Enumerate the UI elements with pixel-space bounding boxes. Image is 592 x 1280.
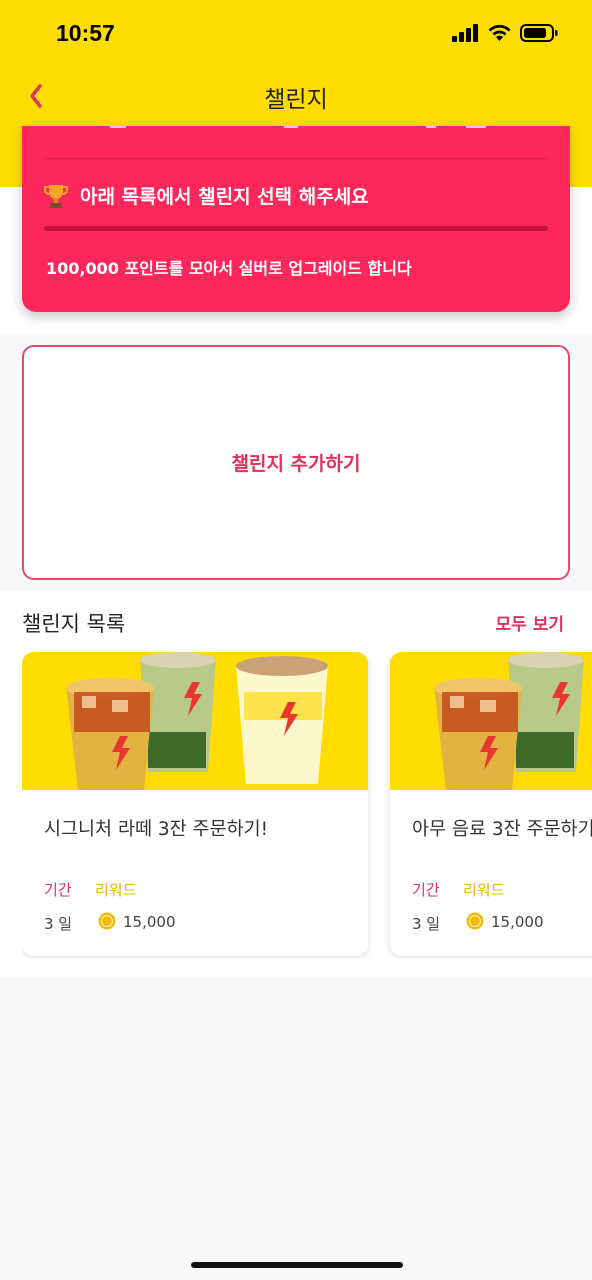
period-value: 3 일	[412, 915, 441, 933]
period-value: 3 일	[44, 915, 73, 933]
period-label: 기간	[412, 881, 440, 899]
coin-icon	[466, 912, 484, 930]
challenge-list-item[interactable]: 시그니처 라떼 3잔 주문하기! 기간 리워드 3 일 15,000	[22, 652, 368, 956]
status-icons	[452, 24, 558, 42]
coin-icon	[98, 912, 116, 930]
challenge-list-title: 챌린지 목록	[22, 612, 126, 636]
upgrade-goal-text: 100,000 포인트를 모아서 실버로 업그레이드 합니다	[46, 259, 412, 278]
status-time: 10:57	[56, 20, 115, 46]
drinks-image	[22, 652, 368, 790]
reward-label: 리워드	[463, 881, 505, 899]
challenge-title: 시그니처 라떼 3잔 주문하기!	[44, 819, 269, 840]
home-indicator[interactable]	[191, 1262, 403, 1268]
period-label: 기간	[44, 881, 72, 899]
trophy-icon	[44, 185, 68, 208]
challenge-list-section: 챌린지 목록 모두 보기 시그니처 라떼 3잔 주문하기! 기간 리워드 3 일…	[0, 591, 592, 977]
add-challenge-button[interactable]: 챌린지 추가하기	[22, 345, 570, 580]
add-challenge-label: 챌린지 추가하기	[231, 453, 361, 475]
challenge-carousel[interactable]: 시그니처 라떼 3잔 주문하기! 기간 리워드 3 일 15,000 아무 음료…	[22, 652, 592, 958]
navigation-bar: 챌린지	[0, 66, 592, 126]
card-divider	[44, 158, 548, 159]
see-all-link[interactable]: 모두 보기	[496, 610, 564, 635]
challenge-title: 아무 음료 3잔 주문하기!	[412, 819, 592, 840]
drinks-image	[390, 652, 592, 790]
wifi-icon	[488, 24, 511, 41]
card-clipped-text	[110, 126, 486, 128]
challenge-status-card: 아래 목록에서 챌린지 선택 해주세요 100,000 포인트를 모아서 실버로…	[22, 126, 570, 312]
status-bar: 10:57	[0, 0, 592, 66]
page-title: 챌린지	[264, 87, 328, 113]
reward-value: 15,000	[491, 913, 544, 931]
reward-value: 15,000	[123, 913, 176, 931]
challenge-list-item[interactable]: 아무 음료 3잔 주문하기! 기간 리워드 3 일 15,000	[390, 652, 592, 956]
challenge-instruction: 아래 목록에서 챌린지 선택 해주세요	[80, 186, 369, 208]
reward-label: 리워드	[95, 881, 137, 899]
points-progress-bar	[44, 226, 548, 231]
battery-icon	[520, 24, 558, 42]
signal-icon	[452, 24, 478, 42]
